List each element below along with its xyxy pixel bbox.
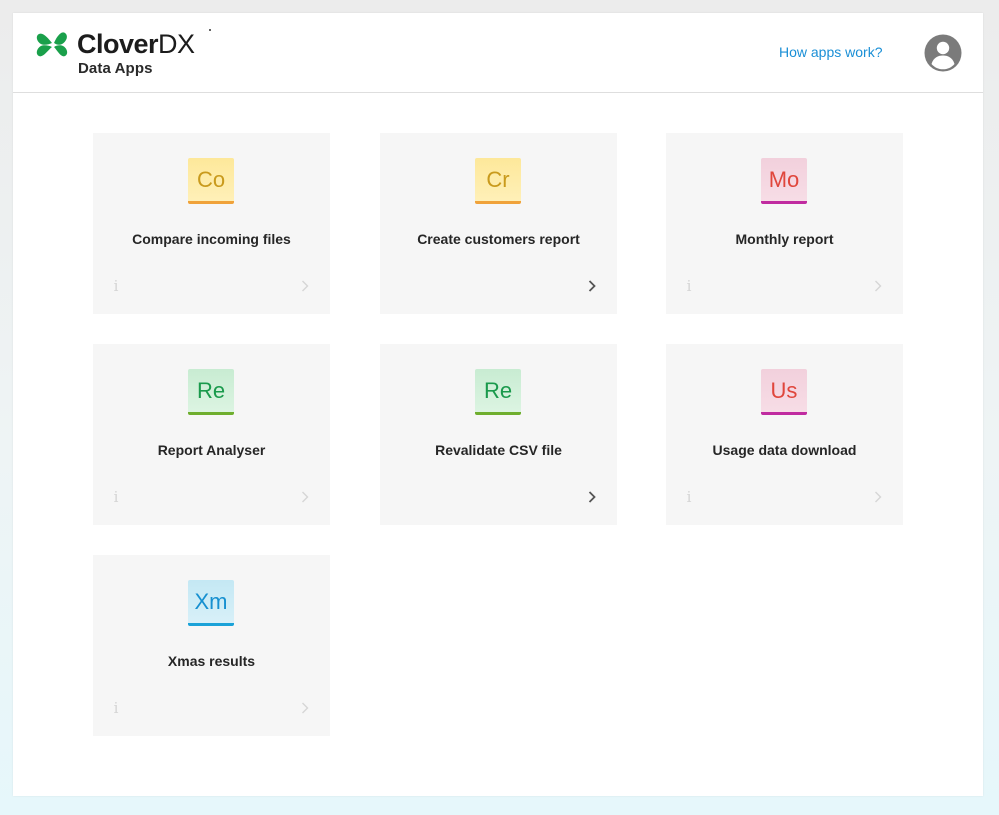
app-card[interactable]: Co Compare incoming files i [93,133,330,314]
info-icon[interactable]: i [112,278,120,294]
app-title: Usage data download [712,442,857,458]
app-icon: Cr [475,158,521,204]
app-icon: Re [188,369,234,415]
brand-name-bold: Clover [77,29,159,59]
info-icon[interactable]: i [112,700,120,716]
app-title: Revalidate CSV file [435,442,562,458]
app-card[interactable]: Mo Monthly report i [666,133,903,314]
chevron-right-icon[interactable] [299,490,311,504]
app-card[interactable]: Xm Xmas results i [93,555,330,736]
app-title: Xmas results [167,653,256,669]
brand-name: CloverDX [77,28,195,60]
brand-name-dx: DX [158,29,195,59]
clover-leaf-icon [36,32,68,57]
chevron-right-icon[interactable] [299,701,311,715]
app-header: CloverDX Data Apps How apps work? [13,13,983,93]
cloverdx-logo[interactable]: CloverDX Data Apps [35,28,235,78]
app-title: Report Analyser [157,442,266,458]
info-icon[interactable]: i [112,489,120,505]
app-icon: Xm [188,580,234,626]
app-icon: Co [188,158,234,204]
chevron-right-icon[interactable] [872,279,884,293]
chevron-right-icon[interactable] [299,279,311,293]
app-title: Monthly report [735,231,834,247]
app-card[interactable]: Us Usage data download i [666,344,903,525]
app-icon: Mo [761,158,807,204]
trademark-dot [209,29,211,31]
how-apps-work-link[interactable]: How apps work? [779,44,883,60]
app-card[interactable]: Re Report Analyser i [93,344,330,525]
chevron-right-icon[interactable] [586,279,598,293]
app-card[interactable]: Cr Create customers report [380,133,617,314]
app-card[interactable]: Re Revalidate CSV file [380,344,617,525]
brand-subtitle: Data Apps [78,60,153,77]
chevron-right-icon[interactable] [872,490,884,504]
app-icon: Us [761,369,807,415]
app-title: Create customers report [417,231,580,247]
user-account-icon[interactable] [924,34,962,72]
info-icon[interactable]: i [685,278,693,294]
main-panel: CloverDX Data Apps How apps work? Co Comp… [13,13,983,796]
chevron-right-icon[interactable] [586,490,598,504]
info-icon[interactable]: i [685,489,693,505]
app-title: Compare incoming files [132,231,291,247]
app-icon: Re [475,369,521,415]
